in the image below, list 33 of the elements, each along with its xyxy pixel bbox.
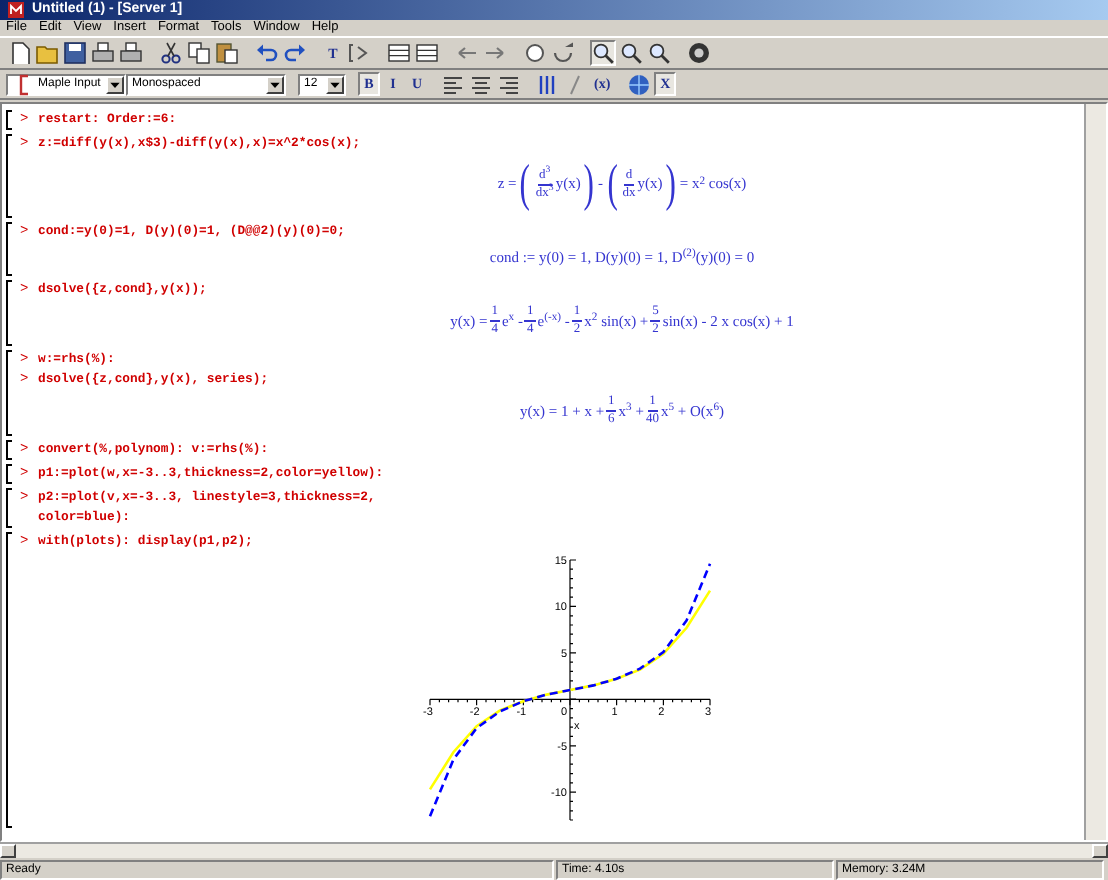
printer-icon[interactable] [90, 40, 116, 66]
bars-icon[interactable] [534, 71, 560, 97]
refresh-icon[interactable] [550, 40, 576, 66]
disc-icon[interactable] [686, 40, 712, 66]
horizontal-scrollbar[interactable] [0, 842, 1108, 858]
copy-icon[interactable] [186, 40, 212, 66]
globe-icon[interactable] [626, 71, 653, 97]
magnifier-icon[interactable] [618, 40, 644, 66]
printer-icon[interactable] [118, 40, 144, 66]
group-bracket [6, 280, 12, 347]
page-icon[interactable] [6, 40, 32, 66]
align-left-icon[interactable] [440, 71, 466, 97]
align-center-icon[interactable] [468, 71, 494, 97]
circle-icon[interactable] [522, 40, 548, 66]
undo-icon[interactable] [254, 40, 280, 66]
magnifier-icon[interactable] [646, 40, 672, 66]
vertical-scrollbar[interactable] [1084, 104, 1106, 840]
align-right-icon[interactable] [496, 71, 522, 97]
clipboard-icon[interactable] [214, 40, 240, 66]
table-icon[interactable] [386, 40, 412, 66]
group-bracket [6, 488, 12, 529]
scissors-icon[interactable] [158, 40, 184, 66]
prompt-icon[interactable] [346, 40, 372, 66]
redo-icon[interactable] [282, 40, 308, 66]
table-icon[interactable] [414, 40, 440, 66]
group-bracket [6, 222, 12, 277]
group-bracket [6, 134, 12, 218]
app-icon [8, 2, 24, 18]
group-bracket [6, 440, 12, 461]
magnifier-icon[interactable] [590, 40, 616, 66]
group-bracket [6, 350, 12, 437]
group-bracket [6, 464, 12, 485]
group-bracket [6, 110, 12, 130]
